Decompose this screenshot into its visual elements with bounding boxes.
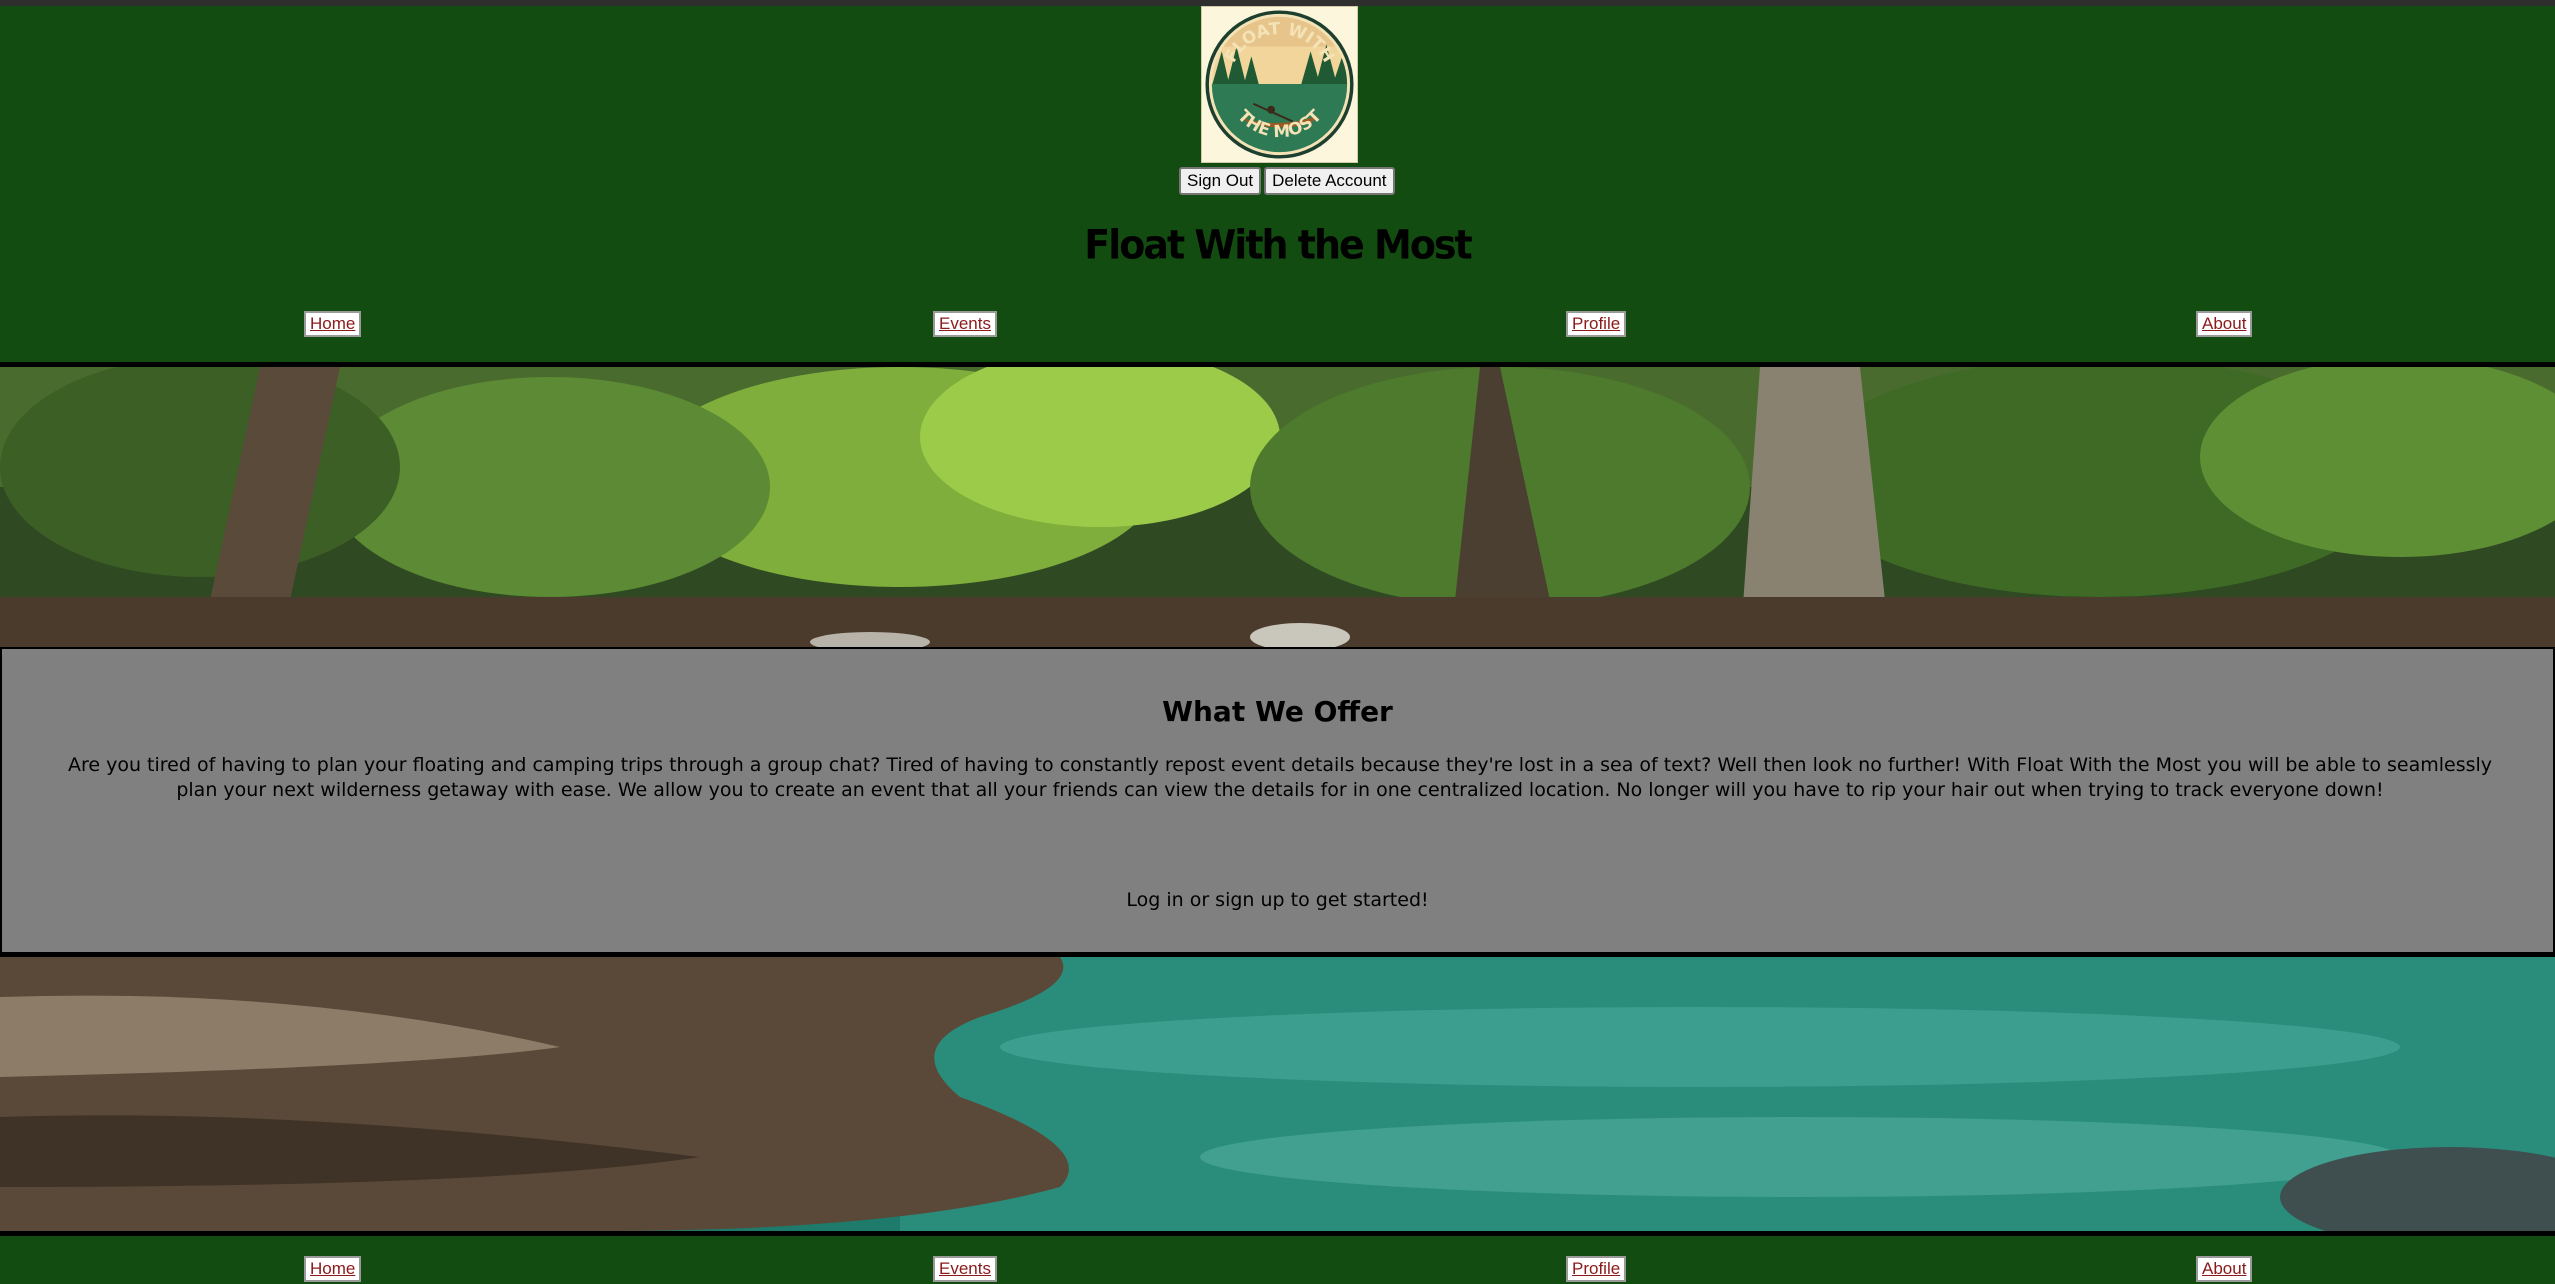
what-we-offer-panel: What We Offer Are you tired of having to… bbox=[0, 647, 2555, 954]
site-logo[interactable]: FLOAT WITH THE MOST bbox=[1201, 6, 1358, 163]
site-title: Float With the Most bbox=[1084, 221, 1472, 269]
sign-out-button[interactable]: Sign Out bbox=[1179, 167, 1262, 195]
footer-nav-link-events[interactable]: Events bbox=[933, 1256, 997, 1282]
site-header: FLOAT WITH THE MOST Sign Out Delete Acco… bbox=[0, 6, 2555, 361]
footer-nav-link-home[interactable]: Home bbox=[304, 1256, 362, 1282]
get-started-text: Log in or sign up to get started! bbox=[1126, 889, 1429, 911]
auth-button-group: Sign Out Delete Account bbox=[1179, 167, 1395, 197]
nav-link-about[interactable]: About bbox=[2196, 311, 2253, 337]
nav-link-profile[interactable]: Profile bbox=[1566, 311, 1627, 337]
kayak-logo-icon: FLOAT WITH THE MOST bbox=[1205, 10, 1354, 159]
delete-account-button[interactable]: Delete Account bbox=[1264, 167, 1395, 195]
offer-heading: What We Offer bbox=[1162, 695, 1393, 728]
footer-nav-link-about[interactable]: About bbox=[2196, 1256, 2253, 1282]
nav-link-events[interactable]: Events bbox=[933, 311, 997, 337]
top-navbar: Home Events Profile About bbox=[0, 311, 2555, 339]
offer-description: Are you tired of having to plan your flo… bbox=[67, 754, 2493, 801]
forest-banner-image bbox=[0, 362, 2555, 647]
bottom-navbar: Home Events Profile About bbox=[0, 1256, 2555, 1284]
river-banner-image bbox=[0, 954, 2555, 1236]
footer-nav-link-profile[interactable]: Profile bbox=[1566, 1256, 1627, 1282]
nav-link-home[interactable]: Home bbox=[304, 311, 362, 337]
